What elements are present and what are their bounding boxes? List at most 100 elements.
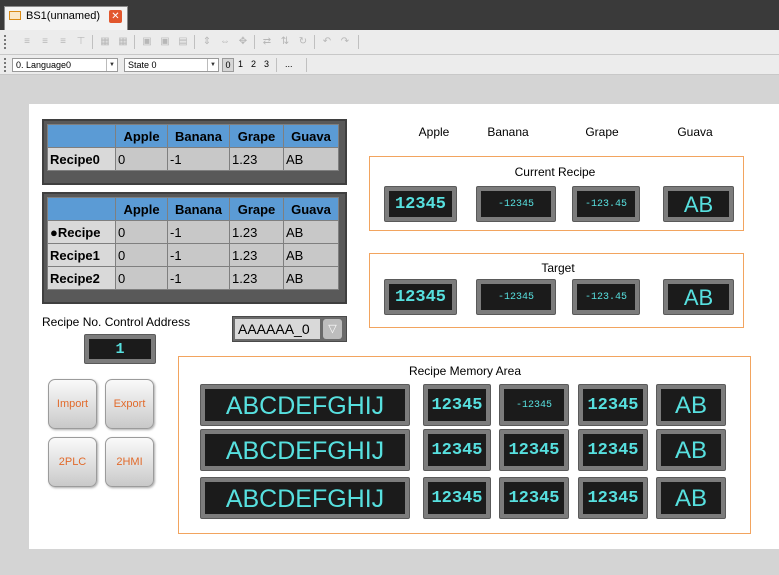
cell-banana: -1 — [167, 220, 230, 244]
cell-apple: 0 — [115, 243, 168, 267]
cell-apple: 0 — [115, 147, 168, 171]
memory-banana-display: -12345 — [499, 384, 569, 426]
current-guava-display: AB — [663, 186, 734, 222]
export-button[interactable]: Export — [105, 379, 154, 429]
display-value: 12345 — [389, 284, 452, 310]
bring-front-icon[interactable]: ▣ — [140, 36, 154, 48]
ungroup-icon[interactable]: ▦ — [116, 36, 130, 48]
table-header-blank — [47, 124, 116, 148]
cell-banana: -1 — [167, 147, 230, 171]
memory-grape-display: 12345 — [578, 429, 648, 471]
undo-icon[interactable]: ↶ — [320, 36, 334, 48]
row-header: Recipe0 — [47, 147, 116, 171]
cell-grape: 1.23 — [229, 220, 284, 244]
memory-apple-display: 12345 — [423, 384, 491, 426]
send-back-icon[interactable]: ▣ — [158, 36, 172, 48]
memory-grape-display: 12345 — [578, 477, 648, 519]
cell-guava: AB — [283, 243, 339, 267]
toolbar-grip[interactable] — [4, 35, 8, 49]
rotate-icon[interactable]: ↻ — [296, 36, 310, 48]
toolbar-separator — [254, 35, 255, 49]
target-apple-display: 12345 — [384, 279, 457, 315]
memory-guava-display: AB — [656, 384, 726, 426]
target-grape-display: -123.45 — [572, 279, 640, 315]
table-row[interactable]: ●Recipe 0 -1 1.23 AB — [47, 220, 339, 244]
same-height-icon[interactable]: ⇕ — [200, 36, 214, 48]
recipe-no-display[interactable]: 1 — [84, 334, 156, 364]
state-1-button[interactable]: 1 — [238, 59, 243, 69]
row-header: Recipe2 — [47, 266, 116, 290]
memory-name-display: ABCDEFGHIJ — [200, 477, 410, 519]
redo-icon[interactable]: ↷ — [338, 36, 352, 48]
table-header-guava: Guava — [283, 197, 339, 221]
toolbar-separator — [358, 35, 359, 49]
import-button[interactable]: Import — [48, 379, 97, 429]
state-select[interactable]: State 0 ▼ — [124, 58, 219, 72]
cell-banana: -1 — [167, 243, 230, 267]
display-value: ABCDEFGHIJ — [205, 434, 405, 466]
table-header-grape: Grape — [229, 197, 284, 221]
flip-h-icon[interactable]: ⇄ — [260, 36, 274, 48]
toolbar-grip[interactable] — [4, 58, 8, 72]
display-value: 1 — [89, 339, 151, 359]
state-0-button[interactable]: 0 — [222, 58, 234, 72]
toolbar-separator — [194, 35, 195, 49]
display-value: AB — [661, 482, 721, 514]
target-title: Target — [541, 261, 575, 275]
display-value: 12345 — [583, 482, 643, 514]
center-icon[interactable]: ✥ — [236, 36, 250, 48]
screen-icon — [9, 11, 21, 20]
display-value: -12345 — [481, 191, 551, 217]
align-center-icon[interactable]: ≡ — [38, 36, 52, 48]
recipe-table-current[interactable]: Apple Banana Grape Guava Recipe0 0 -1 1.… — [42, 119, 347, 185]
current-grape-display: -123.45 — [572, 186, 640, 222]
recipe-table-list[interactable]: Apple Banana Grape Guava ●Recipe 0 -1 1.… — [42, 192, 347, 304]
display-value: 12345 — [428, 482, 486, 514]
memory-name-display: ABCDEFGHIJ — [200, 384, 410, 426]
flip-v-icon[interactable]: ⇅ — [278, 36, 292, 48]
same-width-icon[interactable]: ▤ — [176, 36, 190, 48]
state-value: State 0 — [128, 60, 157, 70]
state-2-button[interactable]: 2 — [251, 59, 256, 69]
chevron-down-icon: ▼ — [207, 59, 218, 71]
display-value: -12345 — [481, 284, 551, 310]
memory-guava-display: AB — [656, 477, 726, 519]
to-hmi-button[interactable]: 2HMI — [105, 437, 154, 487]
display-value: -123.45 — [577, 284, 635, 310]
tab-title: BS1(unnamed) — [26, 10, 100, 22]
language-select[interactable]: 0. Language0 ▼ — [12, 58, 118, 72]
table-header-apple: Apple — [115, 124, 168, 148]
group-icon[interactable]: ▦ — [98, 36, 112, 48]
current-banana-display: -12345 — [476, 186, 556, 222]
cell-guava: AB — [283, 220, 339, 244]
align-left-icon[interactable]: ≡ — [20, 36, 34, 48]
toolbar-separator — [306, 58, 307, 72]
chevron-down-icon[interactable]: ▽ — [323, 319, 342, 339]
align-right-icon[interactable]: ≡ — [56, 36, 70, 48]
cell-grape: 1.23 — [229, 243, 284, 267]
table-header-guava: Guava — [283, 124, 339, 148]
display-value: AB — [668, 191, 729, 217]
same-size-icon[interactable]: ⇔ — [218, 36, 232, 48]
state-3-button[interactable]: 3 — [264, 59, 269, 69]
table-row[interactable]: Recipe0 0 -1 1.23 AB — [47, 147, 339, 171]
memory-banana-display: 12345 — [499, 429, 569, 471]
table-row[interactable]: Recipe2 0 -1 1.23 AB — [47, 266, 339, 290]
cell-guava: AB — [283, 147, 339, 171]
cell-grape: 1.23 — [229, 266, 284, 290]
table-row[interactable]: Recipe1 0 -1 1.23 AB — [47, 243, 339, 267]
align-top-icon[interactable]: ⊤ — [74, 36, 88, 48]
address-dropdown[interactable]: AAAAAA_0 ▽ — [232, 316, 347, 342]
to-plc-button[interactable]: 2PLC — [48, 437, 97, 487]
memory-area-title: Recipe Memory Area — [408, 364, 522, 378]
display-value: -123.45 — [577, 191, 635, 217]
more-states-button[interactable]: ... — [285, 59, 293, 69]
close-tab-button[interactable]: ✕ — [109, 10, 122, 23]
target-guava-display: AB — [663, 279, 734, 315]
memory-guava-display: AB — [656, 429, 726, 471]
memory-banana-display: 12345 — [499, 477, 569, 519]
display-value: 12345 — [583, 434, 643, 466]
toolbar-separator — [276, 58, 277, 72]
display-value: AB — [661, 434, 721, 466]
display-value: ABCDEFGHIJ — [205, 389, 405, 421]
